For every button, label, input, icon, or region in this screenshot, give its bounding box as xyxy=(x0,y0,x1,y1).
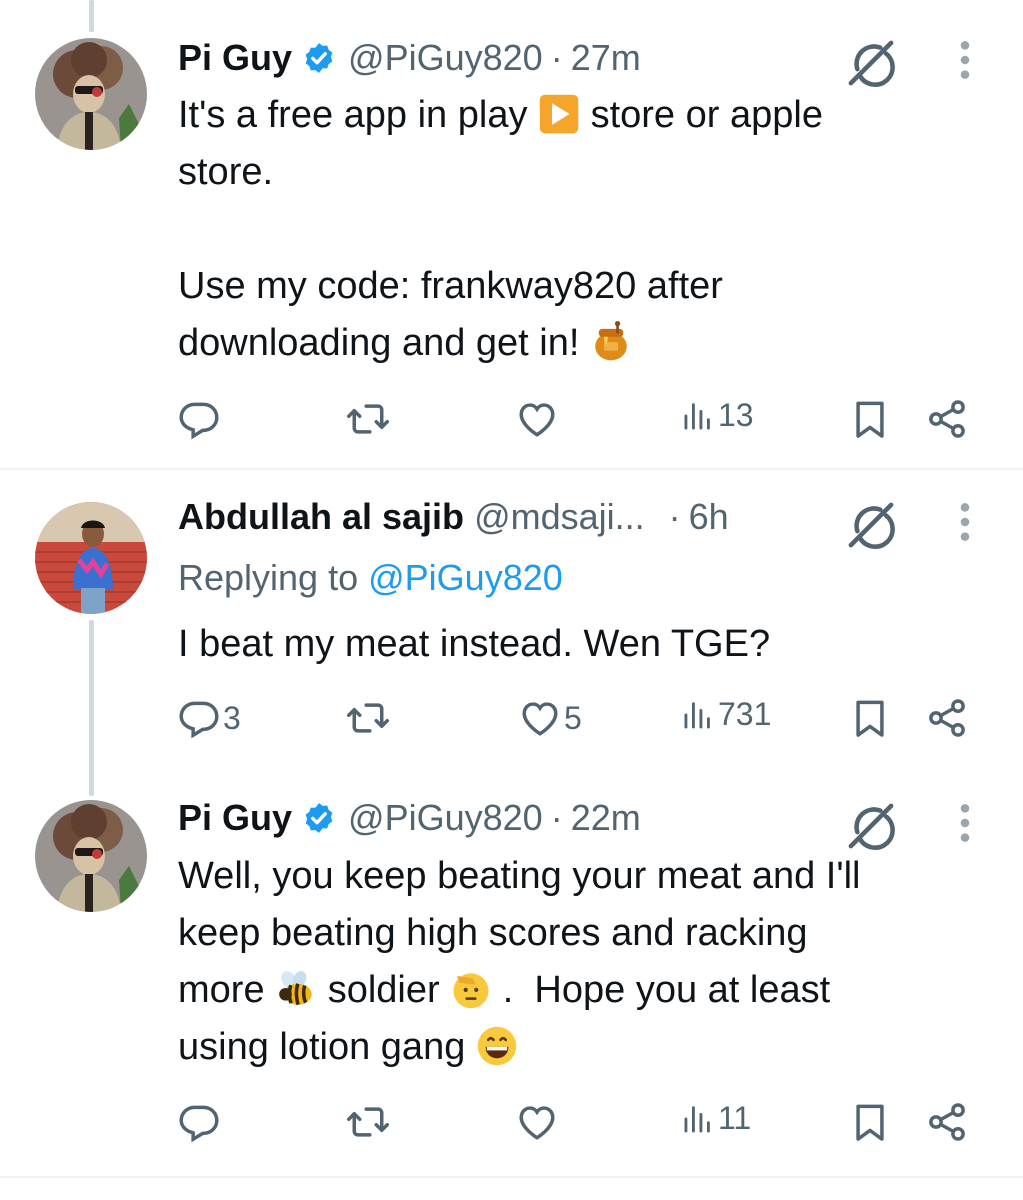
tweet-text: It's a free app in play store or apple s… xyxy=(178,93,823,364)
views-button[interactable]: 13 xyxy=(680,397,754,434)
like-icon xyxy=(518,696,562,740)
more-icon[interactable] xyxy=(958,803,972,843)
play-button-emoji xyxy=(538,93,580,135)
saluting-face-emoji xyxy=(450,968,492,1010)
repost-icon xyxy=(346,1100,390,1144)
tweet-text: Well, you keep beating your meat and I'l… xyxy=(178,855,861,1068)
share-icon xyxy=(925,696,969,740)
username[interactable]: @PiGuy820 xyxy=(348,37,543,79)
grok-icon[interactable] xyxy=(843,497,899,553)
verified-badge-icon xyxy=(302,801,336,835)
display-name[interactable]: Pi Guy xyxy=(178,797,292,839)
username[interactable]: @mdsaji... xyxy=(474,496,645,538)
views-button[interactable]: 731 xyxy=(680,696,771,733)
reply-icon xyxy=(177,397,221,441)
reply-mention-link[interactable]: @PiGuy820 xyxy=(368,557,563,598)
like-button[interactable]: 5 xyxy=(518,696,582,740)
tweet-actions: 11 xyxy=(0,1100,1023,1156)
share-button[interactable] xyxy=(925,397,969,441)
honeybee-emoji xyxy=(275,968,317,1010)
tweet-3[interactable]: Pi Guy @PiGuy820 · 22m Well, you keep be… xyxy=(0,770,1023,1180)
views-count: 731 xyxy=(718,696,772,732)
avatar-abdullah[interactable] xyxy=(35,502,147,614)
tweet-1[interactable]: Pi Guy @PiGuy820 · 27m It's a free app i… xyxy=(0,0,1023,468)
views-button[interactable]: 11 xyxy=(680,1100,751,1137)
views-count: 13 xyxy=(718,397,754,433)
repost-icon xyxy=(346,397,390,441)
bookmark-icon xyxy=(848,1100,892,1144)
tweet-actions: 3 5 731 xyxy=(0,696,1023,752)
honey-pot-emoji xyxy=(590,321,632,363)
display-name[interactable]: Pi Guy xyxy=(178,37,292,79)
timestamp[interactable]: 6h xyxy=(689,496,729,538)
like-button[interactable] xyxy=(515,1100,561,1144)
replying-to: Replying to @PiGuy820 xyxy=(178,557,563,598)
bookmark-button[interactable] xyxy=(848,397,892,441)
grinning-face-emoji xyxy=(476,1025,518,1067)
reply-icon xyxy=(177,696,221,740)
bookmark-icon xyxy=(848,397,892,441)
share-icon xyxy=(925,397,969,441)
reply-button[interactable]: 3 xyxy=(177,696,241,740)
grok-icon[interactable] xyxy=(843,35,899,91)
like-icon xyxy=(515,1100,559,1144)
timestamp[interactable]: 22m xyxy=(571,797,641,839)
like-count: 5 xyxy=(564,699,582,736)
share-button[interactable] xyxy=(925,696,969,740)
share-button[interactable] xyxy=(925,1100,969,1144)
tweet-2[interactable]: Abdullah al sajib @mdsaji... · 6h Replyi… xyxy=(0,470,1023,770)
reply-count: 3 xyxy=(223,699,241,736)
separator-dot: · xyxy=(550,37,563,78)
verified-badge-icon xyxy=(302,41,336,75)
views-icon xyxy=(680,1101,716,1137)
avatar-pi-guy[interactable] xyxy=(35,38,147,150)
more-icon[interactable] xyxy=(958,502,972,542)
repost-button[interactable] xyxy=(346,397,392,441)
reply-button[interactable] xyxy=(177,397,223,441)
timestamp[interactable]: 27m xyxy=(571,37,641,79)
separator-dot: · xyxy=(550,797,563,838)
username[interactable]: @PiGuy820 xyxy=(348,797,543,839)
views-icon xyxy=(680,398,716,434)
views-count: 11 xyxy=(718,1100,752,1136)
like-icon xyxy=(515,397,559,441)
separator-dot: · xyxy=(668,496,681,537)
reply-button[interactable] xyxy=(177,1100,223,1144)
bookmark-icon xyxy=(848,696,892,740)
repost-button[interactable] xyxy=(346,696,392,740)
like-button[interactable] xyxy=(515,397,561,441)
display-name[interactable]: Abdullah al sajib xyxy=(178,496,464,538)
repost-icon xyxy=(346,696,390,740)
grok-icon[interactable] xyxy=(843,798,899,854)
views-icon xyxy=(680,697,716,733)
repost-button[interactable] xyxy=(346,1100,392,1144)
tweet-actions: 13 xyxy=(0,393,1023,449)
reply-icon xyxy=(177,1100,221,1144)
bookmark-button[interactable] xyxy=(848,696,892,740)
share-icon xyxy=(925,1100,969,1144)
bookmark-button[interactable] xyxy=(848,1100,892,1144)
more-icon[interactable] xyxy=(958,40,972,80)
avatar-pi-guy[interactable] xyxy=(35,800,147,912)
tweet-text: I beat my meat instead. Wen TGE? xyxy=(178,623,771,665)
divider xyxy=(0,1176,1023,1178)
